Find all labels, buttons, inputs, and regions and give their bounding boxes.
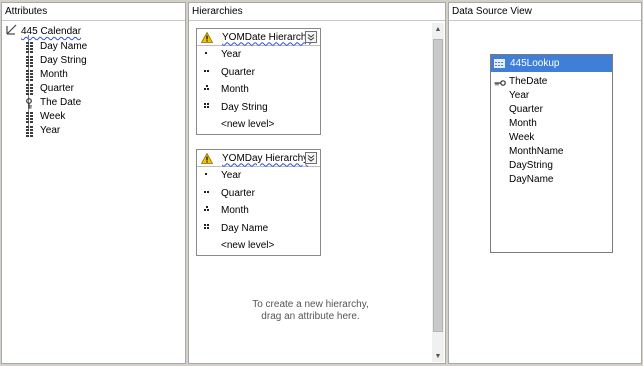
hierarchies-header: Hierarchies (189, 3, 445, 21)
table-name: 445Lookup (510, 58, 560, 69)
hierarchy-box[interactable]: YOMDate Hierarchy Year Quarter Month Day… (196, 28, 321, 135)
level-label: Quarter (221, 66, 255, 78)
column-item[interactable]: TheDate (509, 75, 547, 89)
collapse-icon[interactable] (305, 31, 317, 43)
attribute-label: Week (40, 111, 66, 122)
attribute-icon (26, 41, 33, 53)
hierarchy-title[interactable]: YOMDate Hierarchy (222, 32, 311, 43)
column-item[interactable]: Week (509, 131, 534, 145)
dimension-icon (6, 24, 18, 40)
hierarchy-level[interactable]: Quarter (197, 64, 320, 82)
attribute-item-quarter[interactable]: Quarter (26, 82, 74, 96)
new-hierarchy-drop-hint[interactable]: To create a new hierarchy, drag an attri… (189, 299, 432, 323)
hierarchy-level[interactable]: Day Name (197, 220, 320, 238)
level-label: Year (221, 49, 242, 61)
attribute-label: The Date (40, 97, 82, 108)
attribute-icon (26, 111, 33, 123)
attribute-item-year[interactable]: Year (26, 124, 60, 138)
level-label: Day Name (221, 222, 269, 234)
data-source-view-pane: Data Source View 445Lookup TheDate Year … (448, 2, 642, 364)
scroll-up-icon[interactable]: ▲ (432, 23, 444, 35)
attribute-icon (26, 83, 33, 95)
hierarchy-level[interactable]: Month (197, 202, 320, 220)
hierarchy-level[interactable]: Year (197, 46, 320, 64)
attribute-item-week[interactable]: Week (26, 110, 65, 124)
warning-icon (201, 152, 213, 164)
hierarchy-header[interactable]: YOMDate Hierarchy (197, 29, 320, 46)
column-item[interactable]: Month (509, 117, 537, 131)
dsv-header: Data Source View (449, 3, 641, 21)
new-level-label: <new level> (221, 119, 275, 131)
key-attribute-icon (26, 97, 33, 109)
hint-line: drag an attribute here. (261, 311, 360, 322)
table-icon (494, 59, 505, 68)
attribute-item-the-date[interactable]: The Date (26, 96, 81, 110)
attribute-label: Quarter (40, 83, 74, 94)
column-item[interactable]: DayString (509, 159, 553, 173)
attribute-item-day-name[interactable]: Day Name (26, 40, 87, 54)
hierarchy-level[interactable]: Year (197, 167, 320, 185)
attribute-label: Day Name (40, 41, 88, 52)
hierarchy-level[interactable]: Month (197, 81, 320, 99)
attributes-pane: Attributes 445 Calendar Day Name Day Str… (1, 2, 186, 364)
attribute-item-day-string[interactable]: Day String (26, 54, 87, 68)
attributes-header: Attributes (2, 3, 185, 21)
level-label: Quarter (221, 187, 255, 199)
new-level-label: <new level> (221, 240, 275, 252)
attribute-label: Year (40, 125, 61, 136)
hierarchy-header[interactable]: YOMDay Hierarchy (197, 150, 320, 167)
dsv-table-header[interactable]: 445Lookup (491, 55, 612, 72)
column-item[interactable]: Quarter (509, 103, 543, 117)
dsv-table[interactable]: 445Lookup TheDate Year Quarter Month Wee… (490, 54, 613, 253)
hierarchy-title[interactable]: YOMDay Hierarchy (222, 153, 308, 164)
attribute-item-month[interactable]: Month (26, 68, 68, 82)
key-column-icon (494, 78, 506, 86)
dimension-name: 445 Calendar (21, 26, 82, 37)
column-item[interactable]: Year (509, 89, 529, 103)
level-label: Day String (221, 101, 268, 113)
column-item[interactable]: MonthName (509, 145, 563, 159)
column-item[interactable]: DayName (509, 173, 553, 187)
hierarchy-box[interactable]: YOMDay Hierarchy Year Quarter Month Day … (196, 149, 321, 256)
scrollbar-thumb[interactable] (433, 39, 443, 332)
hierarchies-pane: Hierarchies YOMDate Hierarchy Year Quart… (188, 2, 446, 364)
attribute-icon (26, 55, 33, 67)
hint-line: To create a new hierarchy, (252, 299, 369, 310)
new-level-slot[interactable]: <new level> (197, 237, 320, 255)
level-label: Year (221, 170, 242, 182)
attribute-label: Month (40, 69, 68, 80)
level-label: Month (221, 84, 249, 96)
new-level-slot[interactable]: <new level> (197, 116, 320, 134)
collapse-icon[interactable] (305, 152, 317, 164)
attribute-icon (26, 69, 33, 81)
attribute-label: Day String (40, 55, 87, 66)
dimension-node[interactable]: 445 Calendar (6, 24, 82, 40)
vertical-scrollbar[interactable]: ▲ ▼ (432, 23, 444, 362)
scroll-down-icon[interactable]: ▼ (432, 350, 444, 362)
warning-icon (201, 31, 213, 43)
level-label: Month (221, 205, 249, 217)
attribute-icon (26, 125, 33, 137)
hierarchy-level[interactable]: Day String (197, 99, 320, 117)
hierarchy-level[interactable]: Quarter (197, 185, 320, 203)
